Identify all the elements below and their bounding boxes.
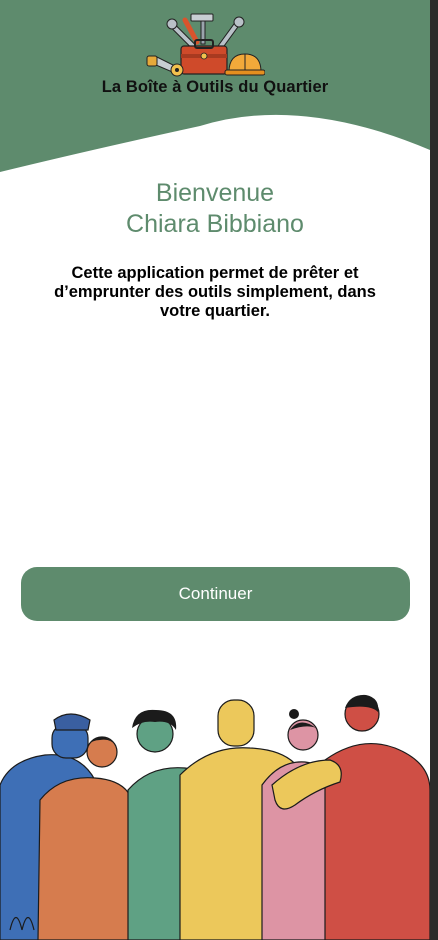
- welcome-screen: La Boîte à Outils du Quartier Bienvenue …: [0, 0, 430, 940]
- user-name: Chiara Bibbiano: [126, 210, 304, 238]
- toolbox-icon: [146, 13, 265, 77]
- welcome-block: Bienvenue Chiara Bibbiano: [0, 178, 430, 240]
- community-people-illustration: [0, 694, 430, 940]
- header: La Boîte à Outils du Quartier: [0, 0, 430, 175]
- person-pink: [261, 709, 336, 940]
- app-title: La Boîte à Outils du Quartier: [101, 78, 329, 96]
- person-red: [324, 694, 430, 940]
- welcome-greeting: Bienvenue: [155, 179, 275, 207]
- window-edge: [430, 0, 438, 940]
- app-description: Cette application permet de prêter et d’…: [54, 264, 376, 320]
- continue-button[interactable]: Continuer: [21, 567, 410, 621]
